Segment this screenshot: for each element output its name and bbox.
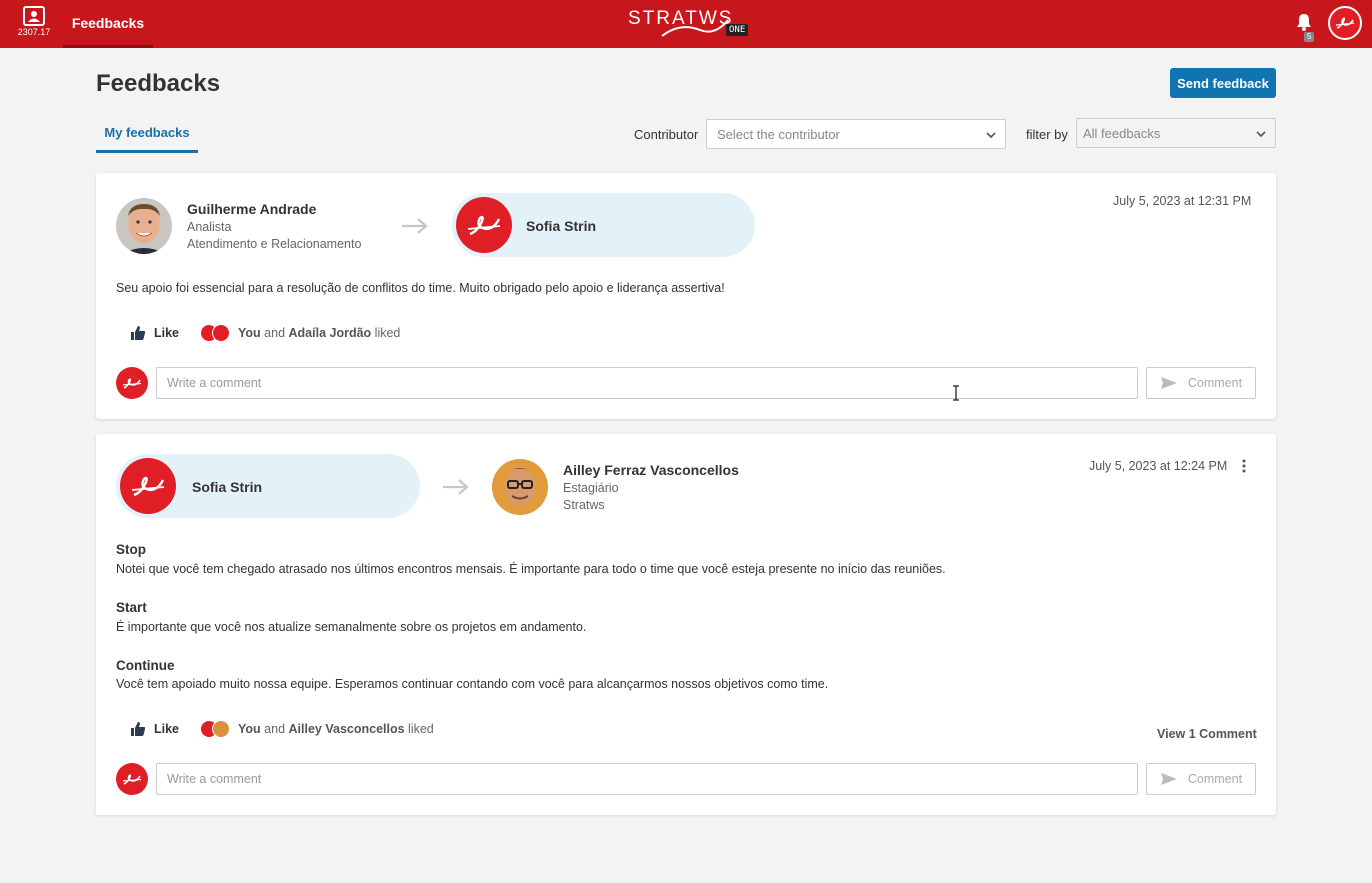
arrow-right-icon bbox=[443, 479, 469, 495]
liker-other: Adaíla Jordão bbox=[288, 326, 372, 340]
feedback-card: Sofia Strin Ailley Ferraz Vasconcellos E… bbox=[96, 434, 1276, 815]
feedback-card: Guilherme Andrade Analista Atendimento e… bbox=[96, 173, 1276, 419]
contributor-placeholder: Select the contributor bbox=[717, 126, 840, 142]
likers-and: and bbox=[264, 326, 286, 340]
sender-role: Analista bbox=[187, 220, 232, 234]
sender-avatar[interactable] bbox=[116, 198, 172, 254]
like-button[interactable]: Like bbox=[130, 719, 179, 739]
comment-button-label: Comment bbox=[1187, 772, 1243, 786]
comment-button[interactable]: Comment bbox=[1146, 367, 1256, 399]
contributor-label: Contributor bbox=[634, 127, 699, 142]
filter-value: All feedbacks bbox=[1083, 125, 1161, 141]
feedback-date: July 5, 2023 at 12:31 PM bbox=[1113, 194, 1252, 208]
like-label: Like bbox=[154, 326, 180, 340]
send-icon bbox=[1160, 773, 1177, 785]
liker-other: Ailley Vasconcellos bbox=[288, 722, 405, 736]
person-photo-icon bbox=[492, 459, 548, 515]
receiver-team: Stratws bbox=[563, 498, 605, 512]
sender-pill[interactable]: Sofia Strin bbox=[116, 454, 420, 518]
sender-name: Sofia Strin bbox=[192, 479, 263, 495]
receiver-name[interactable]: Ailley Ferraz Vasconcellos bbox=[563, 462, 739, 478]
receiver-name: Sofia Strin bbox=[526, 218, 597, 234]
thumbs-up-icon bbox=[131, 326, 146, 340]
sender-team: Atendimento e Relacionamento bbox=[187, 237, 362, 251]
chevron-down-icon bbox=[1256, 131, 1266, 138]
likers-and: and bbox=[264, 722, 286, 736]
page-title: Feedbacks bbox=[96, 70, 221, 97]
section-title-stop: Stop bbox=[116, 542, 146, 557]
likers-summary[interactable]: You and Adaíla Jordão liked bbox=[200, 324, 400, 342]
app-switcher[interactable]: 2307.17 bbox=[10, 4, 58, 44]
notification-count: 5 bbox=[1304, 32, 1315, 42]
chevron-down-icon bbox=[986, 132, 996, 139]
receiver-role: Estagiário bbox=[563, 481, 619, 495]
text-cursor-icon bbox=[953, 385, 959, 401]
signature-logo-icon bbox=[1335, 17, 1355, 29]
liker-you: You bbox=[238, 722, 261, 736]
comment-input[interactable] bbox=[156, 367, 1138, 399]
filter-label: filter by bbox=[1026, 127, 1068, 142]
thumbs-up-icon bbox=[131, 722, 146, 736]
brand-logo: STRATWS ONE bbox=[628, 6, 752, 40]
receiver-pill[interactable]: Sofia Strin bbox=[452, 193, 755, 257]
signature-logo-icon bbox=[467, 215, 501, 236]
filter-select[interactable]: All feedbacks bbox=[1076, 118, 1276, 148]
comment-button[interactable]: Comment bbox=[1146, 763, 1256, 795]
notifications-button[interactable]: 5 bbox=[1294, 12, 1316, 42]
liker-avatar bbox=[212, 324, 230, 342]
section-text-start: É importante que você nos atualize seman… bbox=[116, 620, 587, 634]
bell-icon bbox=[1297, 14, 1311, 31]
section-text-continue: Você tem apoiado muito nossa equipe. Esp… bbox=[116, 677, 829, 691]
commenter-avatar bbox=[116, 763, 148, 795]
brand-swoosh-icon bbox=[661, 19, 729, 37]
more-options-icon[interactable] bbox=[1237, 459, 1251, 473]
brand-badge: ONE bbox=[726, 24, 749, 36]
signature-logo-icon bbox=[122, 774, 142, 785]
receiver-avatar[interactable] bbox=[492, 459, 548, 515]
commenter-avatar bbox=[116, 367, 148, 399]
app-number: 2307.17 bbox=[17, 27, 51, 37]
send-feedback-button[interactable]: Send feedback bbox=[1170, 68, 1276, 98]
contributor-select[interactable]: Select the contributor bbox=[706, 119, 1006, 149]
likers-suffix: liked bbox=[408, 722, 434, 736]
receiver-avatar bbox=[456, 197, 512, 253]
like-label: Like bbox=[154, 722, 180, 736]
tabs: My feedbacks bbox=[96, 118, 198, 153]
nav-tab-feedbacks[interactable]: Feedbacks bbox=[63, 0, 153, 48]
comment-input[interactable] bbox=[156, 763, 1138, 795]
top-bar: 2307.17 Feedbacks STRATWS ONE 5 bbox=[0, 0, 1372, 48]
tab-my-feedbacks[interactable]: My feedbacks bbox=[96, 118, 198, 153]
likers-suffix: liked bbox=[374, 326, 401, 340]
signature-logo-icon bbox=[131, 476, 165, 497]
view-comments-link[interactable]: View 1 Comment bbox=[1157, 727, 1257, 741]
likers-summary[interactable]: You and Ailley Vasconcellos liked bbox=[200, 720, 434, 738]
like-button[interactable]: Like bbox=[130, 323, 179, 343]
section-text-stop: Notei que você tem chegado atrasado nos … bbox=[116, 562, 946, 576]
arrow-right-icon bbox=[402, 218, 428, 234]
sender-avatar bbox=[120, 458, 176, 514]
feedback-date: July 5, 2023 at 12:24 PM bbox=[1089, 459, 1228, 473]
liker-you: You bbox=[238, 326, 261, 340]
person-photo-icon bbox=[116, 198, 172, 254]
section-title-continue: Continue bbox=[116, 658, 175, 673]
section-title-start: Start bbox=[116, 600, 147, 615]
feedback-message: Seu apoio foi essencial para a resolução… bbox=[116, 281, 725, 295]
signature-logo-icon bbox=[122, 378, 142, 389]
comment-button-label: Comment bbox=[1187, 376, 1243, 390]
send-icon bbox=[1160, 377, 1177, 389]
user-avatar[interactable] bbox=[1328, 6, 1362, 40]
sender-name[interactable]: Guilherme Andrade bbox=[187, 201, 316, 217]
liker-avatar bbox=[212, 720, 230, 738]
people-card-icon bbox=[23, 6, 45, 26]
